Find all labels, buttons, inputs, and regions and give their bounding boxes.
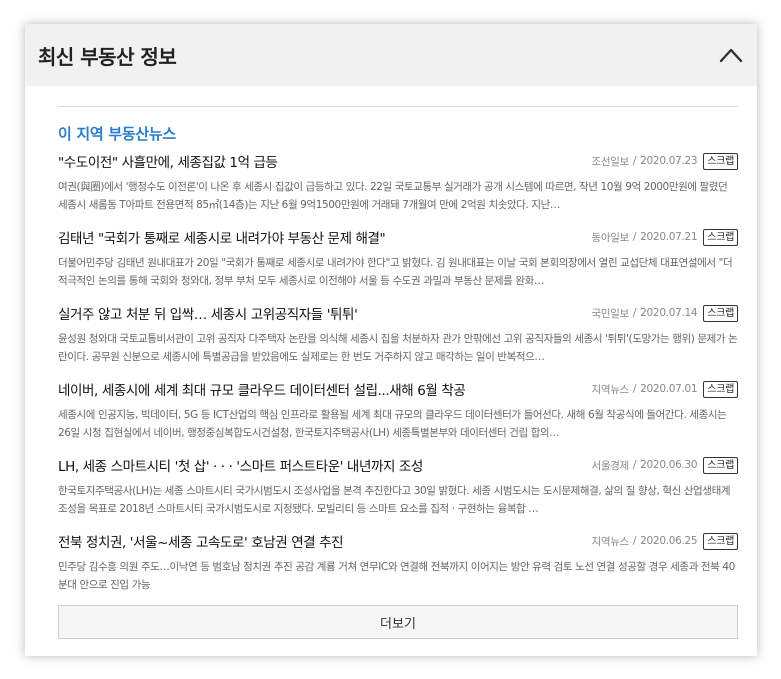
- news-date: 2020.07.01: [640, 383, 698, 395]
- meta-separator: /: [632, 155, 637, 167]
- panel-title: 최신 부동산 정보: [38, 44, 177, 69]
- news-summary[interactable]: 세종시에 인공지능, 빅데이터, 5G 등 ICT산업의 핵심 인프라로 활용될…: [58, 406, 738, 442]
- news-date: 2020.06.30: [640, 459, 698, 471]
- meta-separator: /: [632, 307, 637, 319]
- news-header: 전북 정치권, '서울~세종 고속도로' 호남권 연결 추진 지역뉴스 / 20…: [58, 531, 738, 551]
- news-title-link[interactable]: 김태년 "국회가 통째로 세종시로 내려가야 부동산 문제 해결": [58, 227, 385, 247]
- meta-separator: /: [632, 535, 637, 547]
- news-meta: 지역뉴스 / 2020.07.01 스크랩: [591, 380, 738, 398]
- news-date: 2020.07.14: [640, 307, 698, 319]
- real-estate-info-panel: 최신 부동산 정보 이 지역 부동산뉴스 "수도이전" 사흘만에, 세종집값 1…: [25, 24, 757, 656]
- news-meta: 조선일보 / 2020.07.23 스크랩: [591, 152, 738, 170]
- news-item: LH, 세종 스마트시티 '첫 삽' · · · '스마트 퍼스트타운' 내년까…: [58, 455, 738, 531]
- news-header: 실거주 않고 처분 뒤 입싹… 세종시 고위공직자들 '튀튀' 국민일보 / 2…: [58, 303, 738, 323]
- news-source: 서울경제: [591, 459, 629, 472]
- scrap-button[interactable]: 스크랩: [703, 456, 738, 474]
- news-date: 2020.06.25: [640, 535, 698, 547]
- meta-separator: /: [632, 459, 637, 471]
- news-item: 네이버, 세종시에 세계 최대 규모 클라우드 데이터센터 설립...새해 6월…: [58, 379, 738, 455]
- news-title-link[interactable]: 실거주 않고 처분 뒤 입싹… 세종시 고위공직자들 '튀튀': [58, 303, 357, 323]
- news-title-link[interactable]: LH, 세종 스마트시티 '첫 삽' · · · '스마트 퍼스트타운' 내년까…: [58, 455, 423, 475]
- scrap-button[interactable]: 스크랩: [703, 152, 738, 170]
- scrap-button[interactable]: 스크랩: [703, 380, 738, 398]
- news-title-link[interactable]: 네이버, 세종시에 세계 최대 규모 클라우드 데이터센터 설립...새해 6월…: [58, 379, 465, 399]
- meta-separator: /: [632, 231, 637, 243]
- news-item: 김태년 "국회가 통째로 세종시로 내려가야 부동산 문제 해결" 동아일보 /…: [58, 227, 738, 303]
- scrap-button[interactable]: 스크랩: [703, 228, 738, 246]
- news-header: 김태년 "국회가 통째로 세종시로 내려가야 부동산 문제 해결" 동아일보 /…: [58, 227, 738, 247]
- scrap-button[interactable]: 스크랩: [703, 532, 738, 550]
- news-summary[interactable]: 윤성원 청와대 국토교통비서관이 고위 공직자 다주택자 논란을 의식해 세종시…: [58, 330, 738, 366]
- news-header: "수도이전" 사흘만에, 세종집값 1억 급등 조선일보 / 2020.07.2…: [58, 151, 738, 171]
- news-list: "수도이전" 사흘만에, 세종집값 1억 급등 조선일보 / 2020.07.2…: [58, 151, 738, 607]
- news-date: 2020.07.21: [640, 231, 698, 243]
- news-summary[interactable]: 더불어민주당 김태년 원내대표가 20일 "국회가 통째로 세종시로 내려가야 …: [58, 254, 738, 290]
- news-header: LH, 세종 스마트시티 '첫 삽' · · · '스마트 퍼스트타운' 내년까…: [58, 455, 738, 475]
- news-source: 지역뉴스: [591, 535, 629, 548]
- news-title-link[interactable]: "수도이전" 사흘만에, 세종집값 1억 급등: [58, 151, 278, 171]
- news-summary[interactable]: 한국토지주택공사(LH)는 세종 스마트시티 국가시범도시 조성사업을 본격 추…: [58, 482, 738, 518]
- scrap-button[interactable]: 스크랩: [703, 304, 738, 322]
- news-summary[interactable]: 여권(與圈)에서 '행정수도 이전론'이 나온 후 세종시 집값이 급등하고 있…: [58, 178, 738, 214]
- divider: [58, 106, 738, 107]
- section-title: 이 지역 부동산뉴스: [58, 125, 176, 143]
- news-source: 지역뉴스: [591, 383, 629, 396]
- news-item: "수도이전" 사흘만에, 세종집값 1억 급등 조선일보 / 2020.07.2…: [58, 151, 738, 227]
- news-meta: 동아일보 / 2020.07.21 스크랩: [591, 228, 738, 246]
- news-source: 국민일보: [591, 307, 629, 320]
- chevron-up-icon: [719, 48, 743, 63]
- news-date: 2020.07.23: [640, 155, 698, 167]
- collapse-button[interactable]: [717, 41, 745, 69]
- news-meta: 국민일보 / 2020.07.14 스크랩: [591, 304, 738, 322]
- news-item: 전북 정치권, '서울~세종 고속도로' 호남권 연결 추진 지역뉴스 / 20…: [58, 531, 738, 607]
- news-summary[interactable]: 민주당 김수흥 의원 주도…이낙연 등 범호남 정치권 추진 공감 계룡 거쳐 …: [58, 558, 738, 594]
- panel-header[interactable]: 최신 부동산 정보: [25, 24, 757, 86]
- news-item: 실거주 않고 처분 뒤 입싹… 세종시 고위공직자들 '튀튀' 국민일보 / 2…: [58, 303, 738, 379]
- news-source: 동아일보: [591, 231, 629, 244]
- news-header: 네이버, 세종시에 세계 최대 규모 클라우드 데이터센터 설립...새해 6월…: [58, 379, 738, 399]
- news-title-link[interactable]: 전북 정치권, '서울~세종 고속도로' 호남권 연결 추진: [58, 531, 343, 551]
- news-meta: 지역뉴스 / 2020.06.25 스크랩: [591, 532, 738, 550]
- more-button[interactable]: 더보기: [58, 605, 738, 639]
- meta-separator: /: [632, 383, 637, 395]
- news-meta: 서울경제 / 2020.06.30 스크랩: [591, 456, 738, 474]
- news-source: 조선일보: [591, 155, 629, 168]
